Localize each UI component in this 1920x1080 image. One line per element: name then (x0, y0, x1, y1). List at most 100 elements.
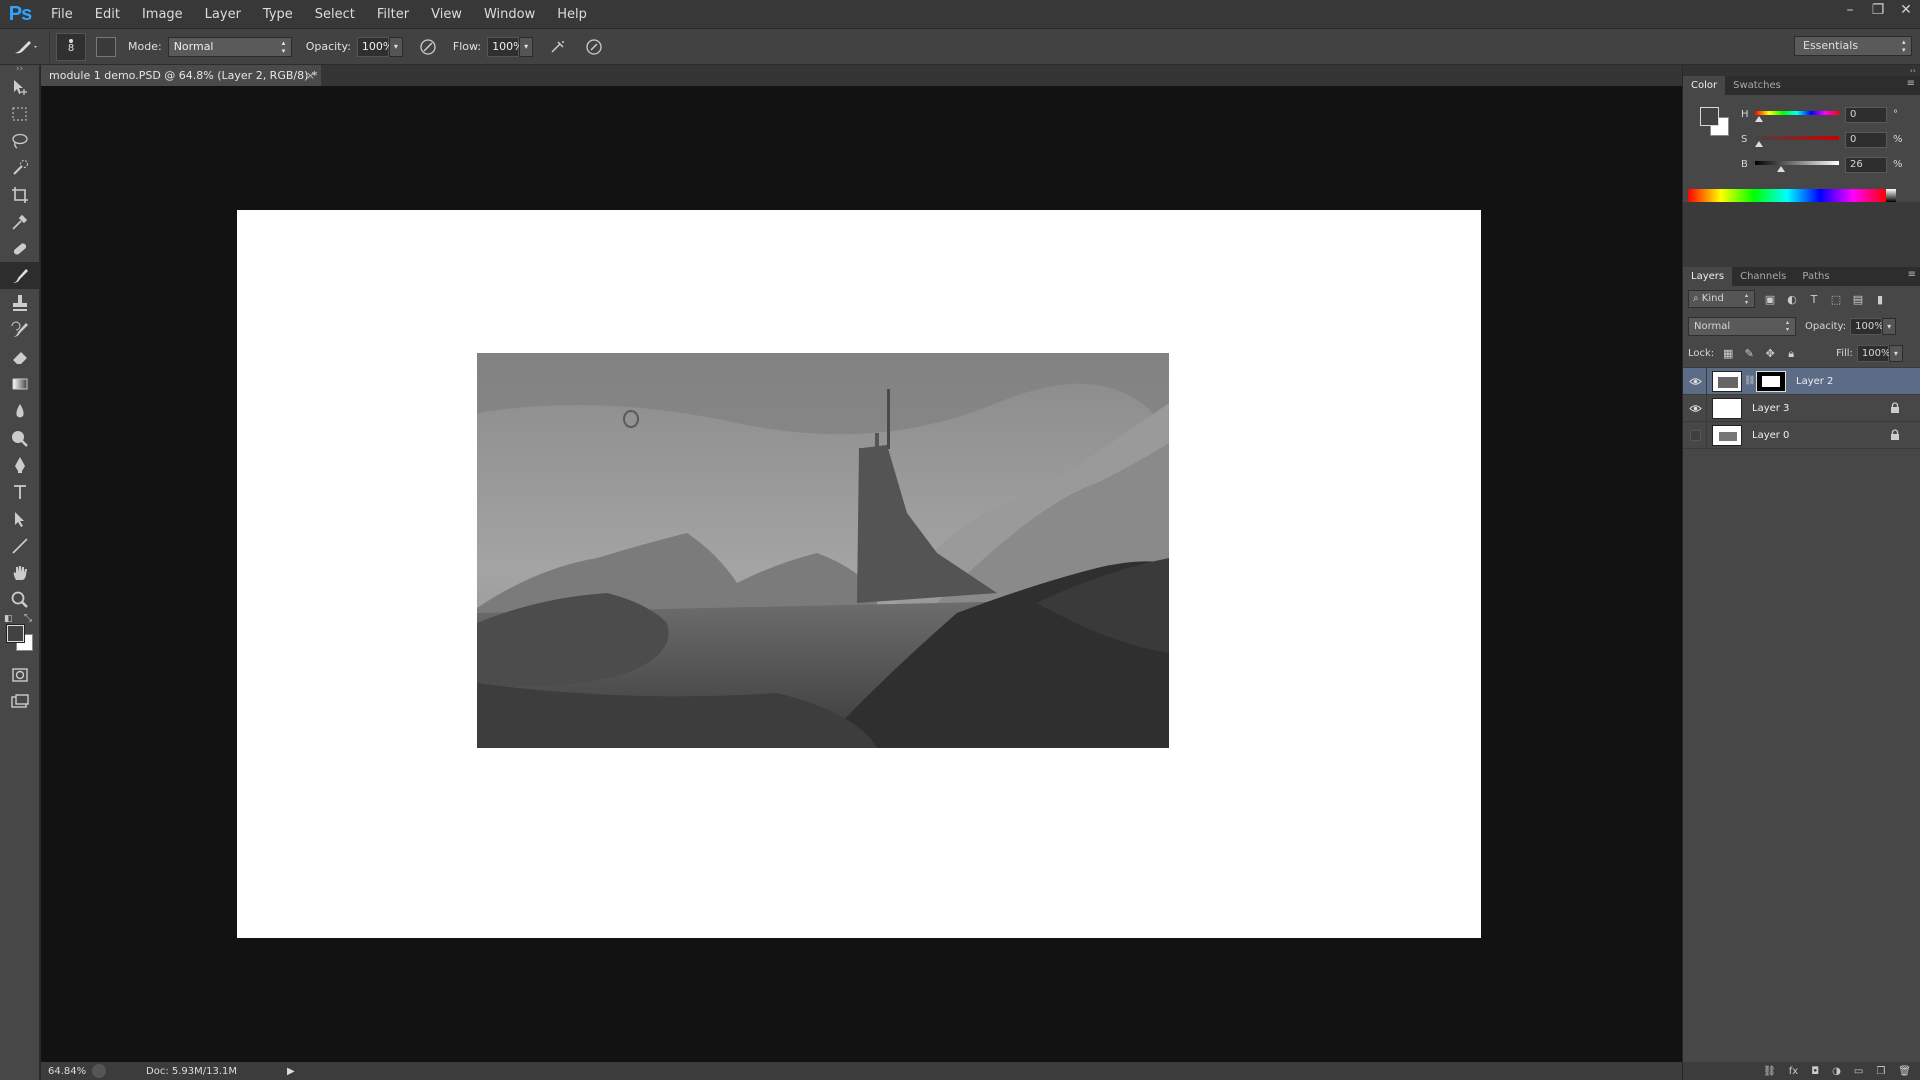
saturation-slider[interactable] (1755, 136, 1839, 140)
shape-filter-icon[interactable]: ⬚ (1829, 292, 1843, 306)
quick-selection-tool-icon[interactable] (0, 154, 40, 181)
workspace-select[interactable]: Essentials (1794, 36, 1912, 56)
opacity-dropdown-icon[interactable]: ▾ (388, 36, 403, 57)
layer-mask-thumbnail[interactable] (1756, 370, 1786, 392)
default-colors-icon[interactable]: ◧ (4, 614, 13, 624)
fill-dropdown-icon[interactable]: ▾ (1888, 345, 1903, 362)
layer-thumbnail[interactable] (1712, 370, 1742, 392)
minimize-button[interactable]: – (1836, 0, 1864, 20)
lock-position-icon[interactable]: ✥ (1763, 347, 1777, 361)
menu-window[interactable]: Window (473, 0, 546, 29)
brightness-slider-thumb[interactable] (1777, 166, 1785, 172)
status-menu-arrow-icon[interactable]: ▶ (287, 1066, 295, 1077)
dodge-tool-icon[interactable] (0, 424, 40, 451)
color-spectrum-ramp[interactable] (1688, 189, 1886, 202)
flow-input[interactable]: 100% (487, 36, 524, 57)
tab-color[interactable]: Color (1683, 76, 1726, 95)
brightness-value[interactable]: 26 (1845, 157, 1887, 173)
screen-mode-icon[interactable] (0, 688, 40, 715)
mode-select[interactable]: Normal (167, 36, 292, 57)
panel-menu-icon[interactable]: ≡ (1907, 78, 1915, 89)
eyedropper-tool-icon[interactable] (0, 208, 40, 235)
layer-thumbnail[interactable] (1712, 424, 1742, 446)
adjustment-filter-icon[interactable]: ◐ (1785, 292, 1799, 306)
tool-preset-picker[interactable] (0, 30, 50, 63)
restore-button[interactable]: ❐ (1864, 0, 1892, 20)
fx-icon[interactable]: fx (1789, 1066, 1798, 1077)
layer-thumbnail[interactable] (1712, 397, 1742, 419)
pen-tool-icon[interactable] (0, 451, 40, 478)
menu-type[interactable]: Type (252, 0, 304, 29)
black-white-ramp[interactable] (1886, 189, 1896, 202)
menu-image[interactable]: Image (131, 0, 194, 29)
lock-all-icon[interactable]: 🔒︎ (1784, 347, 1798, 361)
healing-brush-tool-icon[interactable] (0, 235, 40, 262)
brush-size-picker[interactable]: 8 (56, 32, 86, 61)
link-icon[interactable]: ⛓︎ (1763, 1066, 1776, 1077)
color-panel-foreground-swatch[interactable] (1700, 107, 1719, 126)
toolbar-grip[interactable]: ›› (0, 64, 39, 74)
trash-icon[interactable]: 🗑︎ (1898, 1066, 1911, 1077)
tab-paths[interactable]: Paths (1794, 267, 1837, 286)
quick-mask-icon[interactable] (0, 661, 40, 688)
menu-layer[interactable]: Layer (194, 0, 252, 29)
folder-icon[interactable]: ▭ (1854, 1066, 1863, 1077)
history-brush-tool-icon[interactable] (0, 316, 40, 343)
flow-dropdown-icon[interactable]: ▾ (519, 36, 534, 57)
path-selection-tool-icon[interactable] (0, 505, 40, 532)
layer-opacity-dropdown-icon[interactable]: ▾ (1882, 317, 1897, 335)
layer-name[interactable]: Layer 3 (1752, 403, 1789, 414)
type-tool-icon[interactable] (0, 478, 40, 505)
adjustment-icon[interactable]: ◑ (1832, 1066, 1841, 1077)
layer-row-layer-2[interactable]: ⛓︎ Layer 2 (1683, 367, 1920, 395)
brush-panel-toggle-icon[interactable] (96, 36, 116, 57)
brightness-slider[interactable] (1755, 161, 1839, 165)
canvas-area[interactable] (41, 86, 1682, 1062)
kind-filter-select[interactable]: ⌕ Kind (1688, 290, 1755, 308)
blend-mode-select[interactable]: Normal (1688, 316, 1796, 336)
clone-stamp-tool-icon[interactable] (0, 289, 40, 316)
tab-channels[interactable]: Channels (1732, 267, 1794, 286)
menu-file[interactable]: File (40, 0, 84, 29)
layer-row-layer-3[interactable]: Layer 3 (1683, 394, 1920, 422)
lasso-tool-icon[interactable] (0, 127, 40, 154)
zoom-level[interactable]: 64.84% (48, 1066, 88, 1077)
saturation-slider-thumb[interactable] (1755, 141, 1763, 147)
foreground-color-swatch[interactable] (6, 624, 25, 643)
hand-tool-icon[interactable] (0, 559, 40, 586)
hue-slider-thumb[interactable] (1755, 116, 1763, 122)
brush-tool-icon[interactable] (0, 262, 40, 289)
lock-image-icon[interactable]: ✎ (1742, 347, 1756, 361)
document-canvas[interactable] (237, 210, 1481, 938)
opacity-input[interactable]: 100% (356, 36, 393, 57)
airbrush-icon[interactable] (547, 36, 569, 58)
pressure-size-icon[interactable] (583, 36, 605, 58)
filter-toggle-icon[interactable]: ▮ (1873, 292, 1887, 306)
document-tab[interactable]: module 1 demo.PSD @ 64.8% (Layer 2, RGB/… (41, 65, 321, 86)
dock-collapse-icon[interactable]: ›› (1683, 65, 1920, 76)
layers-panel-menu-icon[interactable]: ≡ (1908, 269, 1916, 280)
lock-transparent-icon[interactable]: ▦ (1721, 347, 1735, 361)
smart-object-filter-icon[interactable]: ▤ (1851, 292, 1865, 306)
type-filter-icon[interactable]: T (1807, 292, 1821, 306)
eraser-tool-icon[interactable] (0, 343, 40, 370)
menu-help[interactable]: Help (546, 0, 598, 29)
close-tab-icon[interactable]: × (306, 65, 315, 86)
layer-opacity-input[interactable]: 100% (1850, 317, 1884, 335)
crop-tool-icon[interactable] (0, 181, 40, 208)
visibility-toggle[interactable] (1685, 394, 1707, 422)
close-button[interactable]: ✕ (1892, 0, 1920, 20)
move-tool-icon[interactable] (0, 73, 40, 100)
tab-layers[interactable]: Layers (1683, 267, 1733, 286)
menu-filter[interactable]: Filter (366, 0, 420, 29)
mask-link-icon[interactable]: ⛓︎ (1744, 376, 1755, 386)
blur-tool-icon[interactable] (0, 397, 40, 424)
mask-icon[interactable]: ◘ (1811, 1066, 1819, 1077)
swap-colors-icon[interactable]: ⤡ (24, 613, 32, 624)
saturation-value[interactable]: 0 (1845, 132, 1887, 148)
gradient-tool-icon[interactable] (0, 370, 40, 397)
status-info-icon[interactable] (92, 1064, 106, 1078)
fill-input[interactable]: 100% (1856, 345, 1891, 362)
menu-edit[interactable]: Edit (84, 0, 131, 29)
new-layer-icon[interactable]: ❐ (1876, 1066, 1885, 1077)
